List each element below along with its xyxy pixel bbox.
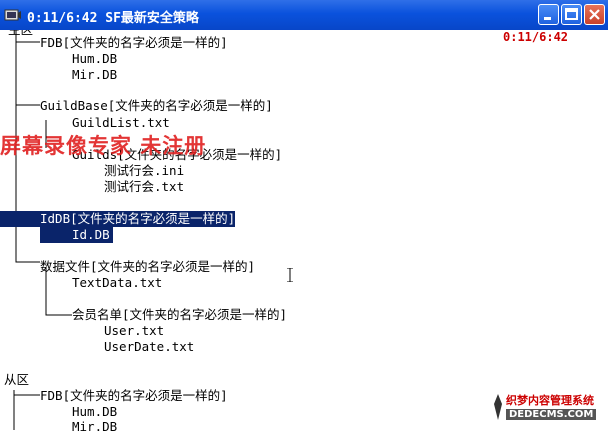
tree-root-slave[interactable]: 从区 [4, 372, 29, 388]
tree-file[interactable]: 测试行会.txt [104, 179, 184, 195]
tree-file[interactable]: Mir.DB [72, 419, 117, 435]
tree-file[interactable]: User.txt [104, 323, 164, 339]
tree-file[interactable]: Hum.DB [72, 51, 117, 67]
site-badge: 织梦内容管理系统 DEDECMS.COM [492, 390, 608, 430]
tree-node-iddb[interactable]: IdDB[文件夹的名字必须是一样的] [40, 211, 236, 227]
tree-file-selected[interactable]: Id.DB [72, 227, 113, 243]
tree-file[interactable]: TextData.txt [72, 275, 162, 291]
tree-node-fdb[interactable]: FDB[文件夹的名字必须是一样的] [40, 388, 228, 404]
badge-logo-icon [494, 394, 502, 420]
tree-file[interactable]: UserDate.txt [104, 339, 194, 355]
tree-node-datafiles[interactable]: 数据文件[文件夹的名字必须是一样的] [40, 259, 255, 275]
selection-highlight [40, 227, 72, 243]
tree-node-members[interactable]: 会员名单[文件夹的名字必须是一样的] [72, 307, 287, 323]
text-cursor-icon [287, 268, 293, 282]
badge-line2: DEDECMS.COM [506, 409, 597, 420]
tree-node-guildbase[interactable]: GuildBase[文件夹的名字必须是一样的] [40, 98, 273, 114]
watermark-text: 屏幕录像专家 未注册 [0, 133, 207, 158]
badge-line1: 织梦内容管理系统 [506, 394, 594, 407]
tree-file[interactable]: Mir.DB [72, 67, 117, 83]
tree-node-fdb[interactable]: FDB[文件夹的名字必须是一样的] [40, 35, 228, 51]
tree-file[interactable]: Hum.DB [72, 404, 117, 420]
tree-file[interactable]: GuildList.txt [72, 115, 170, 131]
tree-file[interactable]: 测试行会.ini [104, 163, 184, 179]
selection-highlight [0, 211, 40, 227]
